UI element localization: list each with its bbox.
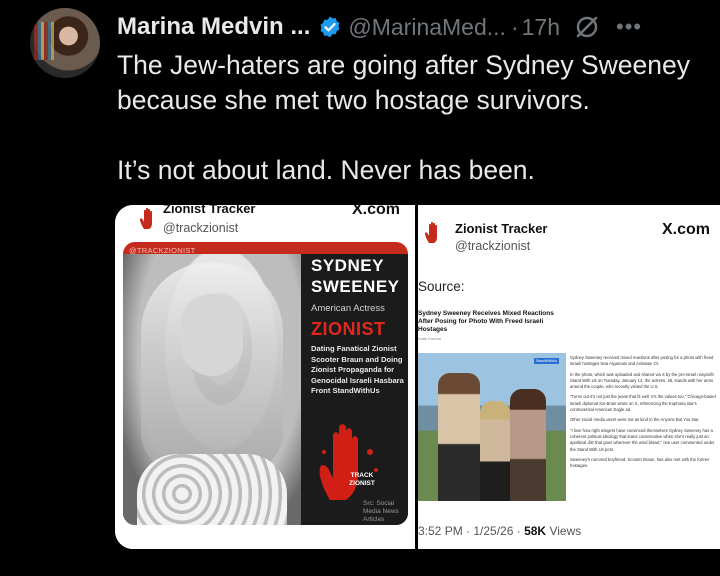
red-hand-icon <box>425 221 437 243</box>
account-name: Zionist Tracker <box>163 205 256 216</box>
avatar[interactable] <box>30 8 100 78</box>
poster-graphic: @TRACKZIONIST SYDNEY SWEENEY American Ac… <box>123 242 408 525</box>
more-icon[interactable]: ••• <box>616 14 642 40</box>
account-name: Zionist Tracker <box>455 221 548 236</box>
views-label: Views <box>549 524 582 538</box>
poster-name-line2: SWEENEY <box>311 277 400 296</box>
poster-source-note: Src: Social Media News Articles <box>363 500 399 523</box>
source-label: Source: <box>418 279 465 294</box>
media-image-left[interactable]: Zionist Tracker X.com @trackzionist @TRA… <box>115 205 415 549</box>
screenshot-header: Zionist Tracker X.com @trackzionist <box>115 205 415 241</box>
x-brand: X.com <box>352 205 401 218</box>
article-paragraph: Sweeney's rumored boyfriend, Scooter Bra… <box>570 456 710 469</box>
avatar-background <box>34 22 54 60</box>
post-timestamp: 3:52 PM · 1/25/26 · <box>418 524 521 538</box>
media-image-right[interactable]: Zionist Tracker @trackzionist X.com Sour… <box>418 205 720 549</box>
post-metadata: 3:52 PM · 1/25/26 · 58K Views <box>418 524 581 538</box>
media-attachment[interactable]: Zionist Tracker X.com @trackzionist @TRA… <box>115 205 720 549</box>
tweet-text-line: because she met two hostage survivors. <box>117 85 590 115</box>
separator-dot: · <box>510 13 519 40</box>
poster-label: ZIONIST <box>311 319 386 339</box>
article-paragraph: Sydney Sweeney received mixed reactions … <box>570 355 714 367</box>
poster-description: Dating Fanatical Zionist Scooter Braun a… <box>311 344 404 395</box>
article-badge: StandWithUs <box>534 358 559 364</box>
red-hand-icon <box>319 424 378 500</box>
tweet-text-line: It’s not about land. Never has been. <box>117 155 535 185</box>
account-handle: @trackzionist <box>455 239 531 253</box>
article-paragraph: "Turns out it's not just the jeans that … <box>570 394 716 413</box>
article-headline: Sydney Sweeney Receives Mixed Reactions … <box>418 310 554 333</box>
poster-role: American Actress <box>311 303 385 314</box>
x-brand: X.com <box>662 221 711 238</box>
tweet-text: The Jew-haters are going after Sydney Sw… <box>117 48 712 188</box>
display-name[interactable]: Marina Medvin ... <box>117 13 310 41</box>
poster-photo <box>123 254 301 525</box>
article-paragraph: Other social media users were not as kin… <box>570 417 700 423</box>
article-byline: Katie Kotona <box>418 336 441 341</box>
post-time[interactable]: 17h <box>522 14 560 41</box>
tweet-text-line: The Jew-haters are going after Sydney Sw… <box>117 50 691 80</box>
red-hand-icon <box>140 207 155 231</box>
article-photo <box>418 353 566 501</box>
grok-icon[interactable] <box>574 14 600 40</box>
article-paragraph: In the photo, which was uploaded and sha… <box>570 371 714 390</box>
verified-badge-icon[interactable] <box>318 15 342 39</box>
poster-name-line1: SYDNEY <box>311 256 384 275</box>
article-paragraph: "I love how right wingers have convinced… <box>570 427 715 452</box>
views-count: 58K <box>524 524 547 538</box>
tweet-header: Marina Medvin ... @MarinaMed... · 17h ••… <box>117 10 717 44</box>
article-body: Sydney Sweeney received mixed reactions … <box>570 355 716 473</box>
poster-stamp: TRACK ZIONIST <box>349 472 375 487</box>
account-handle: @trackzionist <box>163 221 239 235</box>
user-handle[interactable]: @MarinaMed... <box>348 14 506 41</box>
